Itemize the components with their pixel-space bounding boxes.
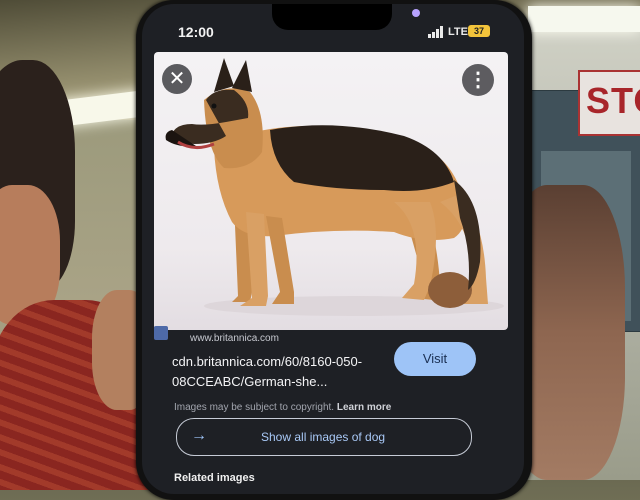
notch [272, 4, 420, 30]
more-options-button[interactable]: ⋮ [462, 64, 494, 96]
learn-more-link[interactable]: Learn more [337, 402, 391, 413]
signal-icon [428, 26, 446, 38]
show-all-images-button[interactable]: → Show all images of dog [176, 418, 472, 456]
phone-screen: 12:00 LTE 37 ✕ ⋮ www.britannica.com cdn.… [142, 4, 524, 494]
related-images-heading: Related images [174, 472, 255, 484]
status-bar: 12:00 LTE 37 [142, 4, 524, 48]
source-domain[interactable]: www.britannica.com [190, 333, 279, 344]
network-label: LTE [448, 26, 468, 38]
url-line-1: cdn.britannica.com/60/8160-050- [172, 354, 363, 369]
camera-indicator-dot [412, 9, 420, 17]
copyright-text: Images may be subject to copyright. [174, 402, 335, 413]
copyright-notice: Images may be subject to copyright. Lear… [174, 402, 391, 413]
image-url-link[interactable]: cdn.britannica.com/60/8160-050- 08CCEABC… [172, 352, 372, 392]
german-shepherd-illustration [165, 58, 504, 316]
show-all-label: Show all images of dog [261, 430, 386, 444]
dog-image[interactable]: ✕ ⋮ [154, 52, 508, 330]
stop-sign-text: STO [586, 80, 640, 121]
close-icon: ✕ [168, 68, 186, 90]
arrow-right-icon: → [191, 427, 207, 444]
battery-icon: 37 [468, 25, 490, 37]
britannica-favicon-icon [154, 326, 168, 340]
visit-button[interactable]: Visit [394, 342, 476, 376]
url-line-2: 08CCEABC/German-she... [172, 374, 328, 389]
close-button[interactable]: ✕ [162, 64, 192, 94]
ceiling-light-right [528, 6, 640, 32]
status-time: 12:00 [178, 24, 214, 40]
stop-sign: STO [578, 70, 640, 136]
more-vertical-icon: ⋮ [468, 69, 488, 91]
